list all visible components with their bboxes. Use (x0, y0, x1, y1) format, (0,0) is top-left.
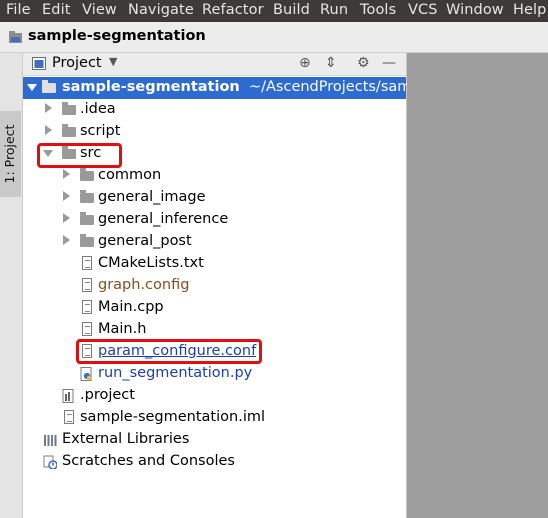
tree-item-idea[interactable]: .idea (23, 99, 406, 121)
tree-item-label: common (98, 167, 162, 183)
project-view-icon (32, 57, 46, 70)
text-file-icon (82, 256, 92, 270)
locate-icon[interactable]: ⊕ (299, 55, 311, 71)
tree-item-root-name: sample-segmentation (62, 79, 240, 95)
text-file-icon (82, 322, 92, 336)
tree-item-label: External Libraries (62, 431, 190, 447)
folder-icon (80, 190, 94, 203)
tree-item-project-file[interactable]: .project (23, 385, 406, 407)
tree-item-root[interactable]: sample-segmentation ~/AscendProjects/sam… (23, 77, 539, 99)
tree-item-graph-config[interactable]: graph.config (23, 275, 406, 297)
tree-item-general-post[interactable]: general_post (23, 231, 406, 253)
editor-area (407, 53, 548, 518)
tree-item-general-image[interactable]: general_image (23, 187, 406, 209)
text-file-icon (64, 410, 74, 424)
highlight-box-src (37, 143, 122, 168)
python-file-icon (80, 367, 92, 381)
hide-icon[interactable]: — (382, 55, 396, 71)
tree-item-label: sample-segmentation.iml (80, 409, 266, 425)
tree-item-label: .idea (80, 101, 116, 117)
tree-item-cmakelists[interactable]: CMakeLists.txt (23, 253, 406, 275)
navigation-bar: sample-segmentation (0, 22, 548, 53)
menu-vcs[interactable]: VCS (408, 2, 438, 18)
module-folder-icon (42, 80, 56, 93)
scratches-icon (43, 455, 57, 469)
tree-item-label: run_segmentation.py (98, 365, 253, 381)
folder-icon (62, 124, 76, 137)
tree-item-script[interactable]: script (23, 121, 406, 143)
menu-build[interactable]: Build (273, 2, 310, 18)
menu-refactor[interactable]: Refactor (202, 2, 264, 18)
tree-item-label: script (80, 123, 121, 139)
project-panel: Project ▼ ⊕ ⇕ ⚙ — sample-segmentation ~/… (23, 53, 539, 518)
tree-item-label: Scratches and Consoles (62, 453, 235, 469)
tree-item-label: .project (80, 387, 135, 403)
collapse-all-icon[interactable]: ⇕ (325, 55, 337, 71)
text-file-icon (82, 300, 92, 314)
expand-arrow-icon[interactable] (27, 84, 37, 91)
menu-help[interactable]: Help (513, 2, 546, 18)
collapsed-arrow-icon[interactable] (63, 213, 70, 223)
tree-item-common[interactable]: common (23, 165, 406, 187)
tree-item-run-segmentation[interactable]: run_segmentation.py (23, 363, 406, 385)
tool-window-stripe: 1: Project (0, 53, 23, 518)
collapsed-arrow-icon[interactable] (63, 169, 70, 179)
tree-item-label: graph.config (98, 277, 190, 293)
folder-icon (80, 168, 94, 181)
tree-item-scratches[interactable]: Scratches and Consoles (23, 451, 406, 473)
project-tool-tab-label: 1: Project (2, 124, 17, 184)
menu-edit[interactable]: Edit (42, 2, 70, 18)
highlight-box-param-configure (76, 339, 262, 364)
collapsed-arrow-icon[interactable] (45, 125, 52, 135)
tree-item-external-libraries[interactable]: External Libraries (23, 429, 406, 451)
libraries-icon (44, 435, 57, 446)
tree-item-general-inference[interactable]: general_inference (23, 209, 406, 231)
tree-item-label: general_image (98, 189, 206, 205)
collapsed-arrow-icon[interactable] (45, 103, 52, 113)
project-folder-icon (9, 31, 22, 43)
folder-icon (62, 102, 76, 115)
tree-item-label: Main.h (98, 321, 147, 337)
menu-tools[interactable]: Tools (360, 2, 396, 18)
collapsed-arrow-icon[interactable] (63, 235, 70, 245)
tree-item-label: CMakeLists.txt (98, 255, 204, 271)
menu-window[interactable]: Window (446, 2, 504, 18)
folder-icon (80, 234, 94, 247)
menu-bar: File Edit View Navigate Refactor Build R… (0, 0, 548, 22)
tree-item-main-cpp[interactable]: Main.cpp (23, 297, 406, 319)
menu-run[interactable]: Run (320, 2, 348, 18)
project-panel-header: Project ▼ ⊕ ⇕ ⚙ — (23, 53, 406, 76)
folder-icon (80, 212, 94, 225)
breadcrumb-project[interactable]: sample-segmentation (28, 28, 206, 44)
gear-icon[interactable]: ⚙ (357, 55, 370, 71)
tree-item-main-h[interactable]: Main.h (23, 319, 406, 341)
menu-file[interactable]: File (6, 2, 31, 18)
tree-item-label: general_inference (98, 211, 229, 227)
menu-view[interactable]: View (82, 2, 117, 18)
tree-item-iml[interactable]: sample-segmentation.iml (23, 407, 406, 429)
project-view-selector[interactable]: Project (52, 55, 102, 71)
chevron-down-icon[interactable]: ▼ (109, 55, 117, 68)
tree-item-label: Main.cpp (98, 299, 164, 315)
menu-navigate[interactable]: Navigate (128, 2, 194, 18)
collapsed-arrow-icon[interactable] (63, 191, 70, 201)
config-file-icon (62, 389, 74, 403)
text-file-icon (82, 278, 92, 292)
tree-item-label: general_post (98, 233, 192, 249)
